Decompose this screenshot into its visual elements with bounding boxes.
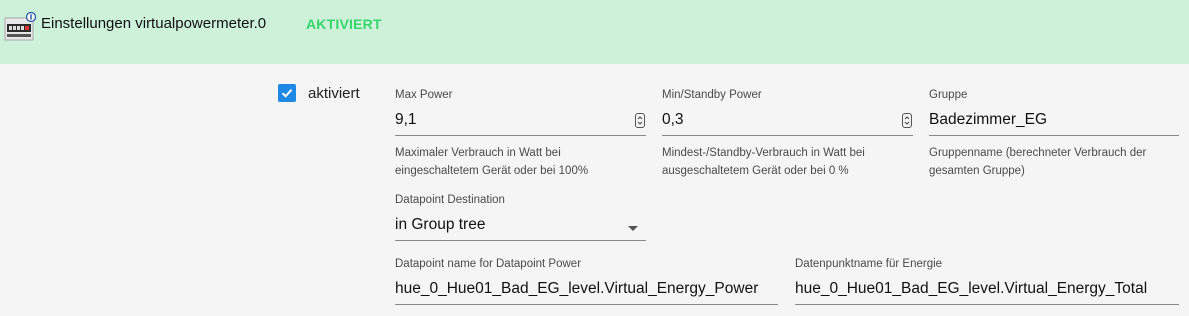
- max-power-field: Max Power 9,1 Maximaler Verbrauch in Wat…: [395, 88, 646, 180]
- dp-power-value: hue_0_Hue01_Bad_EG_level.Virtual_Energy_…: [395, 280, 759, 297]
- min-power-value: 0,3: [662, 111, 684, 128]
- enabled-label: aktiviert: [308, 84, 360, 102]
- destination-label: Datapoint Destination: [395, 194, 505, 206]
- number-spinner-icon[interactable]: [635, 113, 645, 128]
- max-power-help: Maximaler Verbrauch in Watt bei eingesch…: [395, 147, 589, 177]
- destination-value: in Group tree: [395, 216, 486, 233]
- max-power-label: Max Power: [395, 89, 453, 101]
- dp-energy-input[interactable]: hue_0_Hue01_Bad_EG_level.Virtual_Energy_…: [795, 277, 1179, 305]
- max-power-value: 9,1: [395, 111, 417, 128]
- enabled-checkbox[interactable]: [278, 84, 296, 102]
- destination-select[interactable]: in Group tree: [395, 213, 646, 241]
- dp-energy-field: Datenpunktname für Energie hue_0_Hue01_B…: [795, 257, 1179, 305]
- destination-field: Datapoint Destination in Group tree: [395, 193, 646, 241]
- number-spinner-icon[interactable]: [902, 113, 912, 128]
- dp-energy-value: hue_0_Hue01_Bad_EG_level.Virtual_Energy_…: [795, 280, 1148, 297]
- dp-power-label: Datapoint name for Datapoint Power: [395, 258, 582, 270]
- dropdown-arrow-icon[interactable]: [628, 226, 638, 231]
- checkmark-icon: [281, 89, 293, 98]
- enabled-checkbox-row[interactable]: aktiviert: [278, 84, 360, 102]
- dp-energy-label: Datenpunktname für Energie: [795, 258, 943, 270]
- dp-power-field: Datapoint name for Datapoint Power hue_0…: [395, 257, 778, 305]
- page-title: Einstellungen virtualpowermeter.0: [41, 15, 267, 32]
- min-power-input[interactable]: 0,3: [662, 108, 913, 136]
- min-power-field: Min/Standby Power 0,3 Mindest-/Standby-V…: [662, 88, 913, 180]
- min-power-label: Min/Standby Power: [662, 89, 762, 101]
- group-field: Gruppe Badezimmer_EG Gruppenname (berech…: [929, 88, 1179, 180]
- group-input[interactable]: Badezimmer_EG: [929, 108, 1179, 136]
- group-value: Badezimmer_EG: [929, 111, 1048, 128]
- dp-power-input[interactable]: hue_0_Hue01_Bad_EG_level.Virtual_Energy_…: [395, 277, 778, 305]
- status-badge: AKTIVIERT: [306, 16, 382, 32]
- group-label: Gruppe: [929, 89, 968, 101]
- group-help: Gruppenname (berechneter Verbrauch der g…: [929, 147, 1147, 177]
- virtualpowermeter-logo-icon: [4, 12, 36, 41]
- max-power-input[interactable]: 9,1: [395, 108, 646, 136]
- settings-header: Einstellungen virtualpowermeter.0 AKTIVI…: [0, 0, 1189, 64]
- min-power-help: Mindest-/Standby-Verbrauch in Watt bei a…: [662, 147, 865, 177]
